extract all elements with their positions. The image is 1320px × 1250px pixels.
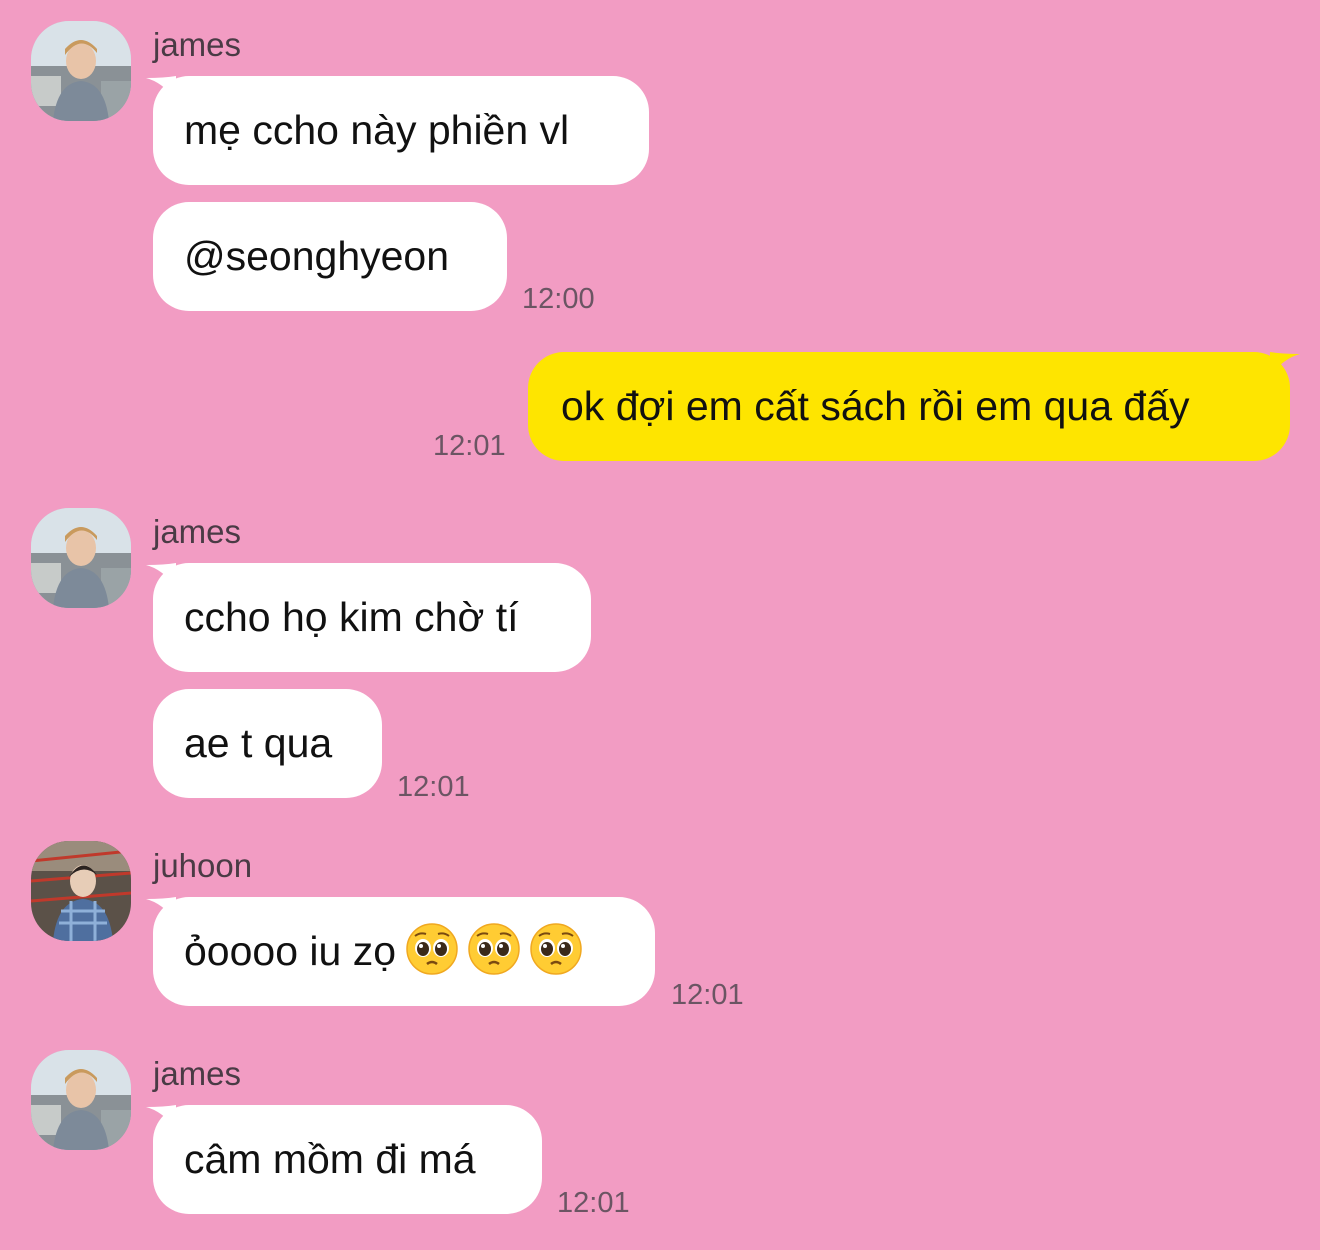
avatar[interactable] — [31, 1050, 131, 1150]
message-bubble[interactable]: câm mồm đi má — [153, 1105, 542, 1214]
message-bubble[interactable]: mẹ ccho này phiền vl — [153, 76, 649, 185]
timestamp: 12:00 — [522, 283, 595, 315]
sender-name: james — [153, 1055, 242, 1092]
message-bubble[interactable]: ae t qua — [153, 689, 382, 798]
message-bubble-outgoing[interactable]: ok đợi em cất sách rồi em qua đấy — [528, 352, 1290, 461]
message-bubble[interactable]: ccho họ kim chờ tí — [153, 563, 591, 672]
message-bubble[interactable]: ỏoooo iu zọ — [153, 897, 655, 1006]
avatar[interactable] — [31, 508, 131, 608]
sender-name: james — [153, 26, 242, 63]
message-bubble[interactable]: @seonghyeon — [153, 202, 507, 311]
avatar[interactable] — [31, 841, 131, 941]
pleading-face-icon — [468, 923, 520, 975]
sender-name: juhoon — [153, 847, 253, 884]
message-text: ỏoooo iu zọ — [184, 928, 397, 974]
pleading-face-icon — [530, 923, 582, 975]
timestamp: 12:01 — [433, 430, 506, 462]
timestamp: 12:01 — [557, 1187, 630, 1219]
pleading-face-icon — [406, 923, 458, 975]
avatar[interactable] — [31, 21, 131, 121]
timestamp: 12:01 — [671, 979, 744, 1011]
sender-name: james — [153, 513, 242, 550]
bubble-tail — [1270, 352, 1300, 382]
timestamp: 12:01 — [397, 771, 470, 803]
